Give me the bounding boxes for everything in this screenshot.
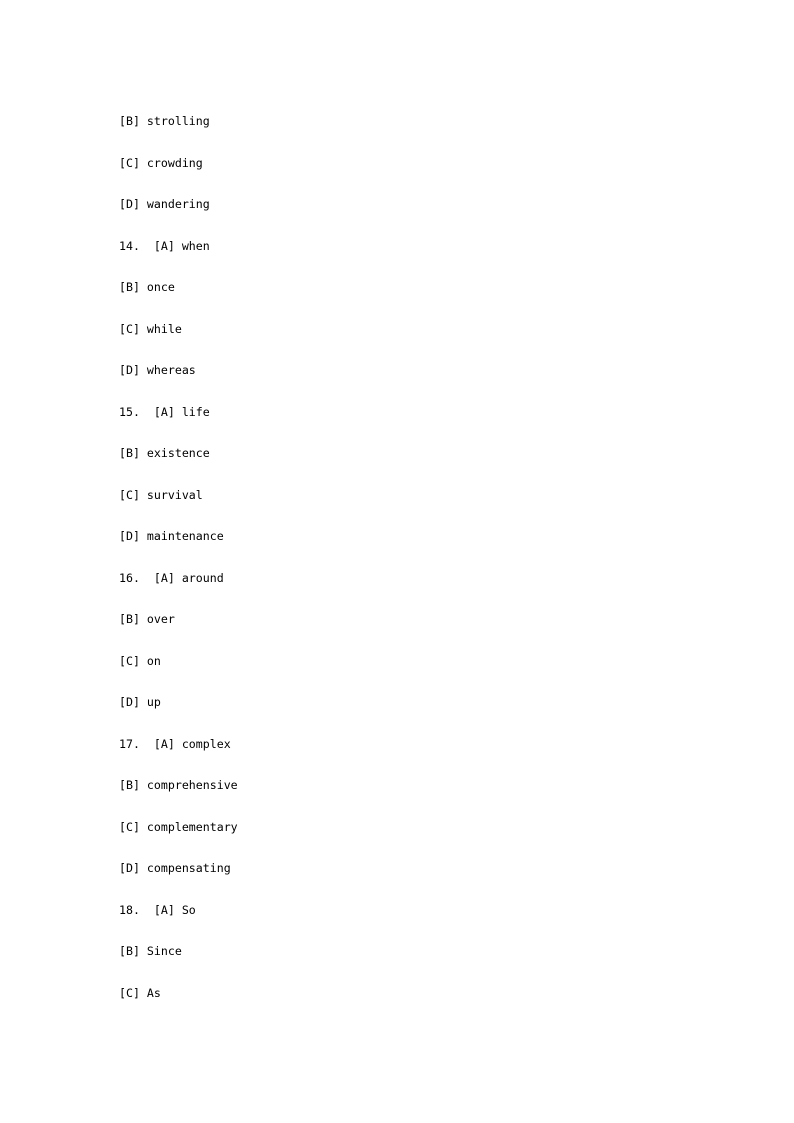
- option-line: [C] survival: [119, 487, 203, 502]
- option-line: [D] whereas: [119, 363, 196, 377]
- option-line: 17. [A] complex: [119, 736, 231, 751]
- option-line: [B] strolling: [119, 114, 210, 128]
- option-line: 14. [A] when: [119, 238, 210, 253]
- option-line: 18. [A] So: [119, 902, 196, 917]
- option-line: [C] As: [119, 985, 161, 1000]
- option-line: [C] while: [119, 321, 182, 336]
- option-line: [B] once: [119, 280, 175, 294]
- option-line: [B] Since: [119, 944, 182, 958]
- document-page: [B] strolling [C] crowding [D] wandering 14…: [0, 0, 794, 1123]
- options-list: [B] strolling [C] crowding [D] wandering 14…: [119, 101, 739, 1014]
- option-line: [C] complementary: [119, 819, 238, 834]
- option-line: [D] up: [119, 695, 161, 709]
- option-line: [B] existence: [119, 446, 210, 460]
- option-line: [D] maintenance: [119, 529, 224, 543]
- option-line: [D] wandering: [119, 197, 210, 211]
- option-line: [B] over: [119, 612, 175, 626]
- option-line: 16. [A] around: [119, 570, 224, 585]
- option-line: [D] compensating: [119, 861, 231, 875]
- option-line: 15. [A] life: [119, 404, 210, 419]
- option-line: [B] comprehensive: [119, 778, 238, 792]
- option-line: [C] on: [119, 653, 161, 668]
- option-line: [C] crowding: [119, 155, 203, 170]
